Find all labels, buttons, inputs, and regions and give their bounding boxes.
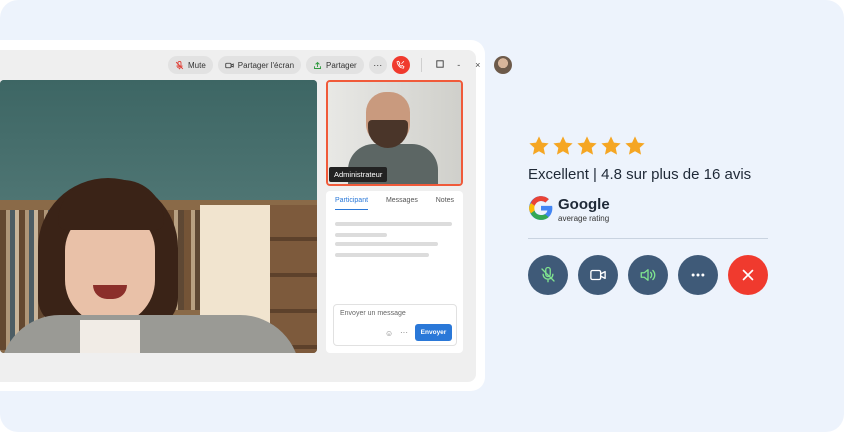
minimize-button[interactable]: - (452, 60, 466, 70)
camera-toggle-button[interactable] (578, 255, 618, 295)
chat-tabs: Participant Messages Notes (326, 197, 463, 210)
emoji-icon[interactable]: ☺ (385, 329, 393, 338)
google-rating-caption: average rating (558, 214, 610, 223)
mute-label: Mute (188, 60, 206, 70)
placeholder-line (335, 242, 438, 246)
video-background (0, 80, 317, 200)
more-options-button[interactable]: ··· (368, 56, 387, 74)
toolbar-divider (420, 58, 422, 72)
video-icon (225, 62, 234, 68)
maximize-button[interactable] (433, 60, 447, 70)
close-window-button[interactable]: × (471, 60, 485, 70)
call-toolbar: Mute Partager l'écran Partager ··· - × (168, 56, 512, 74)
close-icon (742, 269, 754, 281)
star-icon (601, 136, 621, 155)
call-controls (528, 255, 768, 295)
main-video-feed (0, 80, 317, 353)
participant-video-thumbnail[interactable]: Administrateur (326, 80, 463, 186)
mute-button[interactable]: Mute (168, 56, 213, 74)
star-icon (577, 136, 597, 155)
more-icon[interactable]: ··· (400, 328, 408, 337)
chat-panel: Participant Messages Notes Envoyer un me… (326, 191, 463, 353)
rating-summary: Excellent | 4.8 sur plus de 16 avis (528, 166, 752, 183)
tab-notes[interactable]: Notes (436, 197, 454, 210)
mic-off-icon (541, 266, 555, 283)
share-screen-button[interactable]: Partager l'écran (217, 56, 302, 74)
video-icon (590, 269, 606, 281)
mic-toggle-button[interactable] (528, 255, 568, 295)
participant-name-label: Administrateur (329, 167, 388, 182)
speaker-toggle-button[interactable] (628, 255, 668, 295)
maximize-icon (436, 60, 444, 68)
end-call-button[interactable] (391, 56, 410, 74)
star-icon (625, 136, 645, 155)
speaker-icon (640, 269, 656, 281)
placeholder-line (335, 253, 429, 257)
rating-stars (528, 135, 646, 157)
placeholder-line (335, 233, 387, 237)
message-input[interactable]: Envoyer un message ☺ ··· Envoyer (333, 304, 457, 346)
star-icon (529, 136, 549, 155)
star-icon (553, 136, 573, 155)
google-logo-icon (529, 196, 553, 220)
tab-participant[interactable]: Participant (334, 197, 369, 210)
tab-messages[interactable]: Messages (386, 197, 418, 210)
message-placeholder: Envoyer un message (340, 310, 406, 317)
more-icon: ··· (373, 60, 383, 70)
share-icon (314, 61, 321, 69)
more-options-control[interactable] (678, 255, 718, 295)
phone-icon (396, 60, 405, 69)
share-screen-label: Partager l'écran (237, 60, 295, 70)
share-label: Partager (326, 60, 357, 70)
send-button[interactable]: Envoyer (415, 324, 452, 341)
divider (528, 238, 768, 239)
mic-off-icon (175, 60, 184, 69)
leave-call-button[interactable] (728, 255, 768, 295)
google-brand-name: Google (558, 196, 610, 213)
avatar[interactable] (493, 56, 512, 74)
placeholder-line (335, 222, 452, 226)
more-icon (691, 273, 705, 277)
share-button[interactable]: Partager (306, 56, 364, 74)
